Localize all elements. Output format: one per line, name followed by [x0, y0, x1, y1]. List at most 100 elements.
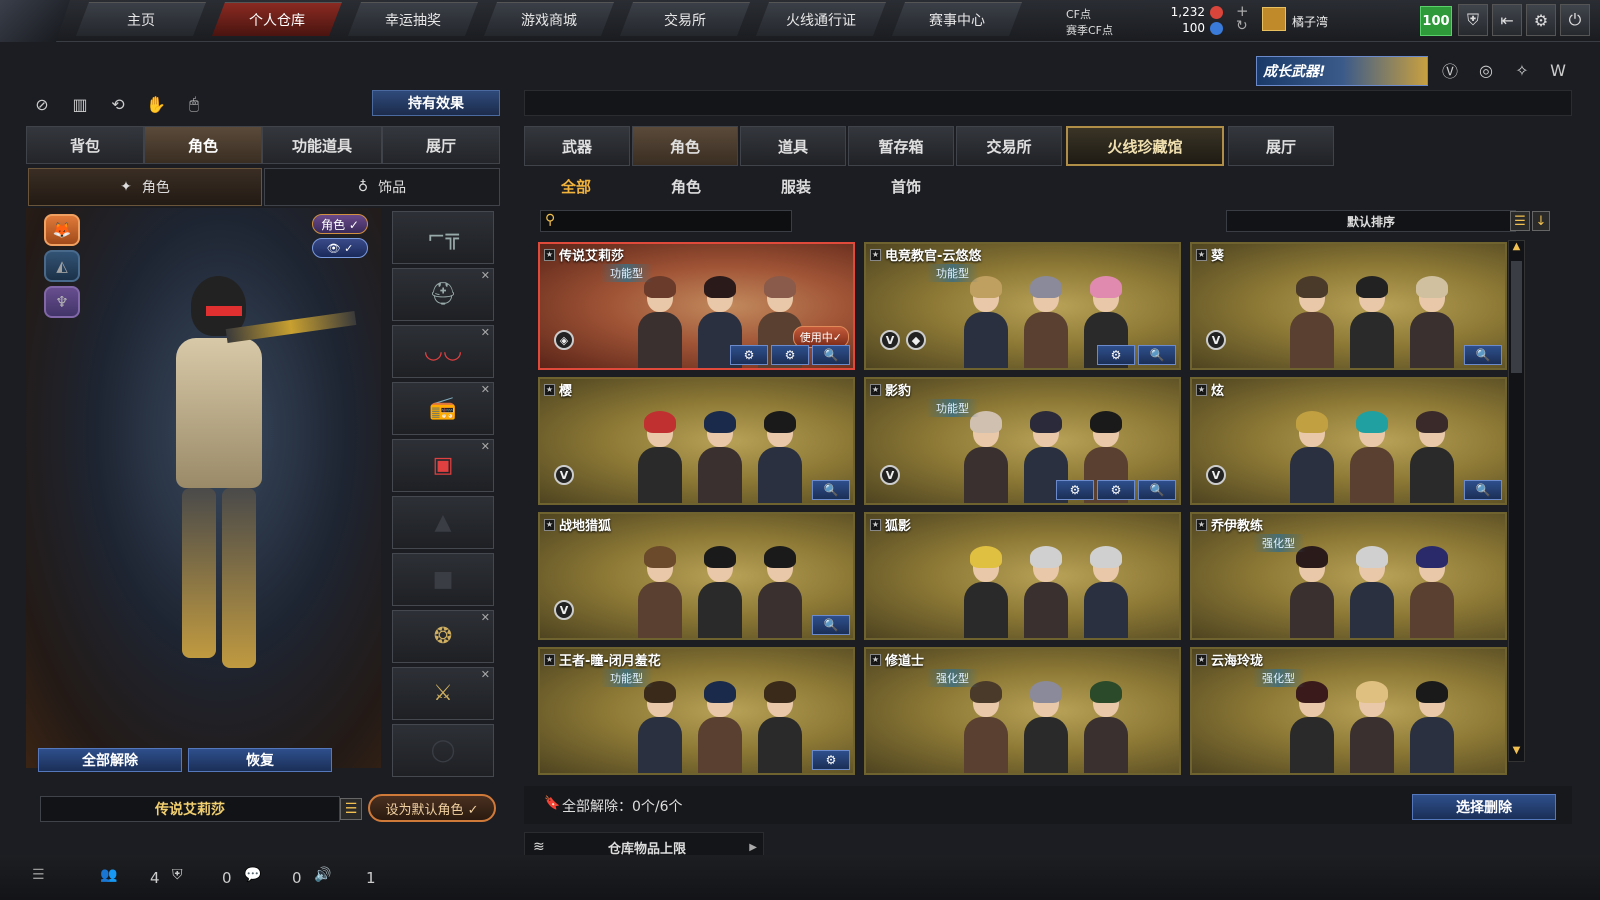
slot-vest-empty[interactable]: ▲	[392, 496, 494, 549]
character-card[interactable]: ★ 狐影	[864, 512, 1181, 640]
w-logo-icon[interactable]: W	[1546, 58, 1570, 82]
gear-icon[interactable]: ⚙	[1526, 4, 1556, 36]
favorite-icon[interactable]: ★	[870, 653, 881, 666]
character-card[interactable]: ★ 乔伊教练 强化型	[1190, 512, 1507, 640]
favorite-icon[interactable]: ★	[1196, 248, 1207, 261]
favorite-icon[interactable]: ★	[1196, 518, 1207, 531]
nav-tab-home[interactable]: 主页	[76, 2, 206, 36]
chat-icon[interactable]: 💬	[244, 867, 261, 883]
promo-banner[interactable]: 成长武器!	[1256, 56, 1428, 86]
scroll-thumb[interactable]	[1511, 261, 1522, 373]
favorite-icon[interactable]: ★	[870, 518, 881, 531]
filter-all[interactable]: 全部	[526, 172, 626, 200]
slot-blade[interactable]: ⚔ ✕	[392, 667, 494, 720]
character-card[interactable]: ★ 修道士 强化型	[864, 647, 1181, 775]
left-tab-character[interactable]: 角色	[144, 126, 262, 164]
character-card[interactable]: ★ 炫 V 🔍	[1190, 377, 1507, 505]
right-tab-exchange[interactable]: 交易所	[956, 126, 1062, 166]
trophy-icon[interactable]: ✧	[1510, 58, 1534, 82]
magnify-icon[interactable]: 🔍	[1464, 345, 1502, 365]
magnify-icon[interactable]: 🔍	[812, 615, 850, 635]
nav-tab-exchange[interactable]: 交易所	[620, 2, 750, 36]
character-card[interactable]: ★ 王者-瞳-闭月羞花 功能型 ⚙	[538, 647, 855, 775]
right-tab-collection[interactable]: 火线珍藏馆	[1066, 126, 1224, 166]
toggle-off-icon[interactable]: ⊘	[30, 92, 54, 116]
select-delete-button[interactable]: 选择删除	[1412, 794, 1556, 820]
release-all-button[interactable]: 全部解除	[38, 748, 182, 772]
sort-order-icon[interactable]: ↓	[1532, 211, 1550, 231]
character-card[interactable]: ★ 影豹 功能型 V ⚙ ⚙ 🔍	[864, 377, 1181, 505]
favorite-icon[interactable]: ★	[870, 248, 881, 261]
role-toggle-badge[interactable]: 角色 ✓	[312, 214, 368, 234]
grid-scrollbar[interactable]: ▲ ▼	[1508, 240, 1525, 762]
slot-ring-empty[interactable]: ◯	[392, 724, 494, 777]
magnify-icon[interactable]: 🔍	[812, 345, 850, 365]
nav-tab-lottery[interactable]: 幸运抽奖	[348, 2, 478, 36]
settings-icon[interactable]: ⚙	[771, 345, 809, 365]
pose-icon[interactable]: ✋	[144, 92, 168, 116]
refresh-icon[interactable]: ↻	[1236, 18, 1248, 34]
power-icon[interactable]: ⏻	[1560, 4, 1590, 36]
right-tab-items[interactable]: 道具	[740, 126, 846, 166]
favorite-icon[interactable]: ★	[544, 518, 555, 531]
character-card[interactable]: ★ 传说艾莉莎 功能型 ◈ 使用中✓ ⚙ ⚙ 🔍	[538, 242, 855, 370]
game-logo[interactable]	[0, 0, 70, 42]
filter-character[interactable]: 角色	[636, 172, 736, 200]
mouse-icon[interactable]: 🖱	[182, 92, 206, 116]
nav-tab-warehouse[interactable]: 个人仓库	[212, 2, 342, 36]
friends-icon[interactable]: 👥	[100, 867, 117, 883]
nav-tab-pass[interactable]: 火线通行证	[756, 2, 886, 36]
right-tab-characters[interactable]: 角色	[632, 126, 738, 166]
settings-icon[interactable]: ⚙	[1097, 345, 1135, 365]
scroll-up-icon[interactable]: ▲	[1510, 241, 1523, 255]
hold-effect-button[interactable]: 持有效果	[372, 90, 500, 116]
magnify-icon[interactable]: 🔍	[1464, 480, 1502, 500]
slot-knuckles[interactable]: ❂ ✕	[392, 610, 494, 663]
mask-badge-icon[interactable]: ◭	[44, 250, 80, 282]
speaker-icon[interactable]: 🔊	[314, 867, 331, 883]
character-card[interactable]: ★ 电竞教官-云悠悠 功能型 V ◆ ⚙ 🔍	[864, 242, 1181, 370]
filter-jewelry[interactable]: 首饰	[856, 172, 956, 200]
favorite-icon[interactable]: ★	[544, 383, 555, 396]
right-tab-showroom[interactable]: 展厅	[1228, 126, 1334, 166]
settings-icon[interactable]: ⚙	[812, 750, 850, 770]
settings-icon[interactable]: ⚙	[730, 345, 768, 365]
left-tab-bag[interactable]: 背包	[26, 126, 144, 164]
clan-icon[interactable]: ⛨	[172, 867, 183, 883]
slot-backpack[interactable]: ▣ ✕	[392, 439, 494, 492]
menu-icon[interactable]: ☰	[340, 798, 362, 820]
set-default-button[interactable]: 设为默认角色 ✓	[368, 794, 496, 822]
avatar[interactable]	[1262, 7, 1286, 31]
slot-helmet[interactable]: ⛑ ✕	[392, 268, 494, 321]
slot-weapon[interactable]: ⌐╦	[392, 211, 494, 264]
visibility-toggle-badge[interactable]: 👁 ✓	[312, 238, 368, 258]
slot-radio[interactable]: 📻 ✕	[392, 382, 494, 435]
left-tab-items[interactable]: 功能道具	[262, 126, 382, 164]
subtab-accessory[interactable]: ♁ 饰品	[264, 168, 500, 206]
bird-badge-icon[interactable]: ♆	[44, 286, 80, 318]
right-tab-weapons[interactable]: 武器	[524, 126, 630, 166]
badge-v-icon[interactable]: Ⓥ	[1438, 58, 1462, 82]
subtab-character[interactable]: ✦ 角色	[28, 168, 262, 206]
scroll-down-icon[interactable]: ▼	[1510, 745, 1523, 759]
right-tab-storage[interactable]: 暂存箱	[848, 126, 954, 166]
character-card[interactable]: ★ 樱 V 🔍	[538, 377, 855, 505]
close-icon[interactable]: ✕	[481, 611, 490, 624]
close-icon[interactable]: ✕	[481, 668, 490, 681]
slot-goggles[interactable]: ◡◡ ✕	[392, 325, 494, 378]
filter-costume[interactable]: 服装	[746, 172, 846, 200]
settings-icon[interactable]: ⚙	[1097, 480, 1135, 500]
magnify-icon[interactable]: 🔍	[1138, 480, 1176, 500]
expand-icon[interactable]: ▶	[749, 842, 757, 853]
settings-icon[interactable]: ⚙	[1056, 480, 1094, 500]
character-card[interactable]: ★ 葵 V 🔍	[1190, 242, 1507, 370]
close-icon[interactable]: ✕	[481, 326, 490, 339]
close-icon[interactable]: ✕	[481, 383, 490, 396]
close-icon[interactable]: ✕	[481, 440, 490, 453]
exit-icon[interactable]: ⇤	[1492, 4, 1522, 36]
close-icon[interactable]: ✕	[481, 269, 490, 282]
sort-select[interactable]: 默认排序	[1226, 210, 1516, 232]
fox-badge-icon[interactable]: 🦊	[44, 214, 80, 246]
shield-icon[interactable]: ⛨	[1458, 4, 1488, 36]
character-card[interactable]: ★ 战地猎狐 V 🔍	[538, 512, 855, 640]
